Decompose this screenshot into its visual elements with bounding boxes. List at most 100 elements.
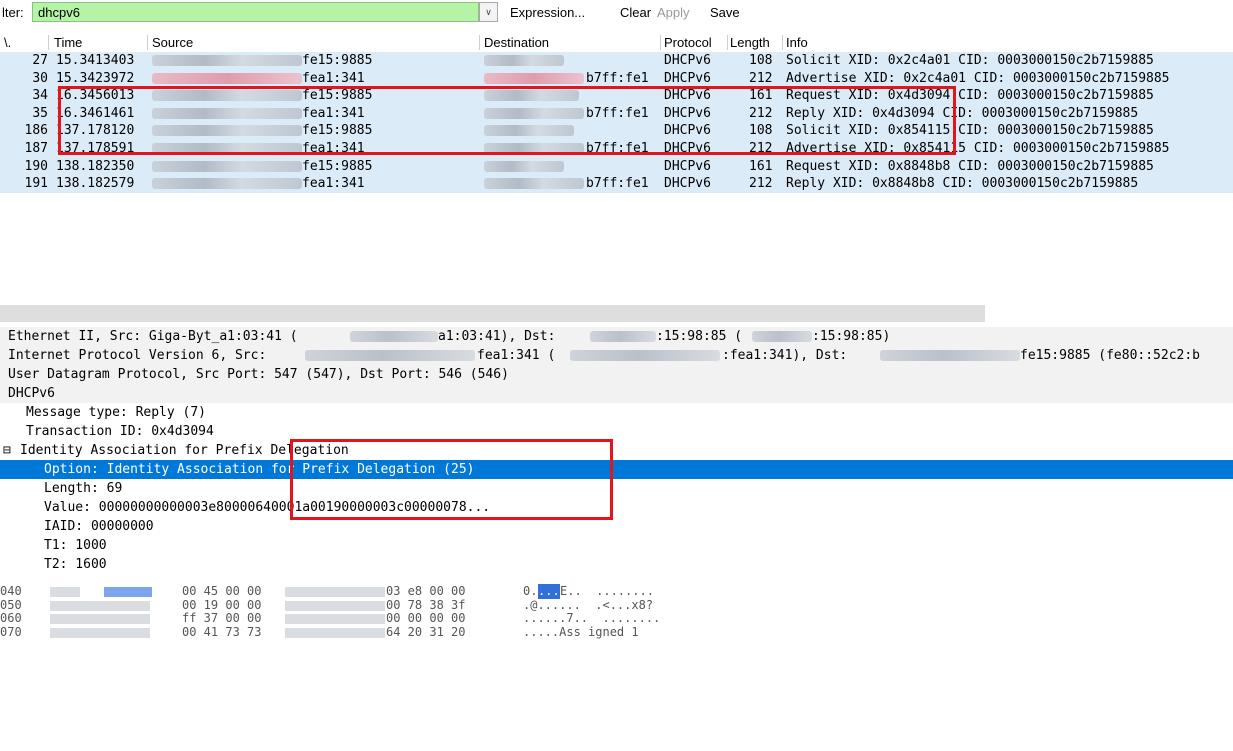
option-label: Option: Identity Association for Prefix … [44,462,475,477]
packet-protocol: DHCPv6 [664,70,711,86]
packet-source: fe15:9885 [302,53,373,68]
tree-item-t1[interactable]: T1: 1000 [0,536,1233,555]
packet-length: 212 [749,140,773,156]
redacted-address [880,350,1020,361]
packet-info: Request XID: 0x8848b8 CID: 0003000150c2b… [786,158,1154,174]
packet-time: 138.182579 [56,176,135,192]
packet-source: fea1:341 [302,140,365,156]
column-info[interactable]: Info [786,35,808,50]
packet-length: 161 [749,158,773,174]
packet-length: 108 [749,53,773,68]
packet-time: 138.182350 [56,158,135,174]
t2-label: T2: 1600 [44,557,107,572]
ethernet-summary-d: :15:98:85) [812,329,891,344]
packet-length: 161 [749,88,773,104]
redacted-address [570,350,720,361]
redacted-address [305,350,475,361]
column-no[interactable]: \. [4,35,11,50]
tree-item-value[interactable]: Value: 00000000000003e80000640001a001900… [0,498,1233,517]
tree-item-iaid[interactable]: IAID: 00000000 [0,517,1233,536]
packet-row[interactable]: 34 16.3456013 fe15:9885 DHCPv6 161 Reque… [0,87,1233,105]
packet-row[interactable]: 191 138.182579 fea1:341 b7ff:fe1 DHCPv6 … [0,175,1233,193]
ipv6-summary-b: fea1:341 ( [477,348,556,363]
redacted-source [152,90,302,102]
packet-destination: b7ff:fe1 [586,105,649,121]
packet-row[interactable]: 35 16.3461461 fea1:341 b7ff:fe1 DHCPv6 2… [0,104,1233,123]
packet-info: Reply XID: 0x4d3094 CID: 0003000150c2b71… [786,105,1139,121]
save-button[interactable]: Save [710,5,740,20]
packet-list-scrollbar[interactable] [0,305,985,322]
iaid-label: IAID: 00000000 [44,519,154,534]
redacted-source [152,55,302,66]
redacted-mac [752,331,812,342]
redacted-destination [484,125,574,137]
tree-item-option[interactable]: Option: Identity Association for Prefix … [0,460,1233,479]
clear-button[interactable]: Clear [620,5,651,20]
hex-bytes-right: 64 20 31 20 [386,624,466,639]
tree-item-message-type[interactable]: Message type: Reply (7) [0,403,1233,422]
tree-item-ipv6[interactable]: Internet Protocol Version 6, Src: fea1:3… [0,346,1233,365]
collapse-icon[interactable]: ⊟ [3,441,11,460]
packet-protocol: DHCPv6 [664,88,711,104]
packet-source: fe15:9885 [302,123,373,139]
redacted-bytes [50,627,150,638]
tree-item-length[interactable]: Length: 69 [0,479,1233,498]
t1-label: T1: 1000 [44,538,107,553]
packet-row[interactable]: 187 137.178591 fea1:341 b7ff:fe1 DHCPv6 … [0,139,1233,158]
packet-row[interactable]: 27 15.3413403 fe15:9885 DHCPv6 108 Solic… [0,52,1233,70]
packet-no: 191 [24,176,48,192]
packet-length: 108 [749,123,773,139]
packet-info: Advertise XID: 0x2c4a01 CID: 0003000150c… [786,70,1170,86]
column-length[interactable]: Length [730,35,770,50]
expression-button[interactable]: Expression... [510,5,585,20]
redacted-destination [484,160,564,172]
packet-list-header: \. Time Source Destination Protocol Leng… [0,33,1233,52]
redacted-bytes [285,627,385,638]
filter-dropdown-button[interactable]: ∨ [479,2,498,22]
packet-source: fe15:9885 [302,158,373,174]
packet-row[interactable]: 30 15.3423972 fea1:341 b7ff:fe1 DHCPv6 2… [0,69,1233,88]
packet-info: Reply XID: 0x8848b8 CID: 0003000150c2b71… [786,176,1139,192]
tree-item-transaction-id[interactable]: Transaction ID: 0x4d3094 [0,422,1233,441]
packet-time: 16.3456013 [56,88,135,104]
packet-info: Solicit XID: 0x854115 CID: 0003000150c2b… [786,123,1154,139]
display-filter-input[interactable] [32,2,479,22]
hex-offset: 070 [0,624,22,639]
packet-no: 27 [32,53,48,68]
packet-time: 137.178591 [56,140,135,156]
tree-item-dhcpv6[interactable]: DHCPv6 [0,384,1233,403]
packet-no: 30 [32,70,48,86]
udp-summary: User Datagram Protocol, Src Port: 547 (5… [8,367,509,382]
ethernet-summary-a: Ethernet II, Src: Giga-Byt_a1:03:41 ( [8,329,298,344]
packet-protocol: DHCPv6 [664,105,711,121]
dhcpv6-summary: DHCPv6 [8,386,55,401]
ethernet-summary-b: a1:03:41), Dst: [438,329,556,344]
ascii-a: .....Ass igned 1 [523,624,639,639]
chevron-down-icon: ∨ [485,6,492,17]
ia-pd-label: Identity Association for Prefix Delegati… [20,443,349,458]
tree-item-t2[interactable]: T2: 1600 [0,555,1233,574]
hex-dump-pane: 040 00 45 00 00 03 e8 00 00 0. ... E.. .… [0,584,1233,641]
ipv6-summary-d: fe15:9885 (fe80::52c2:b [1020,348,1201,363]
tree-item-udp[interactable]: User Datagram Protocol, Src Port: 547 (5… [0,365,1233,384]
tree-item-ia-pd[interactable]: ⊟ Identity Association for Prefix Delega… [0,441,1233,460]
apply-button[interactable]: Apply [657,5,690,20]
redacted-destination [484,90,579,102]
column-protocol[interactable]: Protocol [664,35,712,50]
ipv6-summary-a: Internet Protocol Version 6, Src: [8,348,267,363]
packet-row[interactable]: 186 137.178120 fe15:9885 DHCPv6 108 Soli… [0,122,1233,140]
packet-list: 27 15.3413403 fe15:9885 DHCPv6 108 Solic… [0,52,1233,193]
redacted-destination [484,142,584,154]
column-source[interactable]: Source [152,35,193,50]
tree-item-ethernet[interactable]: Ethernet II, Src: Giga-Byt_a1:03:41 ( a1… [0,327,1233,346]
redacted-destination [484,55,564,66]
column-time[interactable]: Time [54,35,82,50]
packet-row[interactable]: 190 138.182350 fe15:9885 DHCPv6 161 Requ… [0,157,1233,176]
packet-destination: b7ff:fe1 [586,176,649,192]
packet-time: 16.3461461 [56,105,135,121]
hex-row[interactable]: 070 00 41 73 73 64 20 31 20 .....Ass ign… [0,624,1233,641]
message-type: Message type: Reply (7) [26,405,207,420]
packet-protocol: DHCPv6 [664,53,711,68]
redacted-source [152,160,302,172]
column-destination[interactable]: Destination [484,35,549,50]
